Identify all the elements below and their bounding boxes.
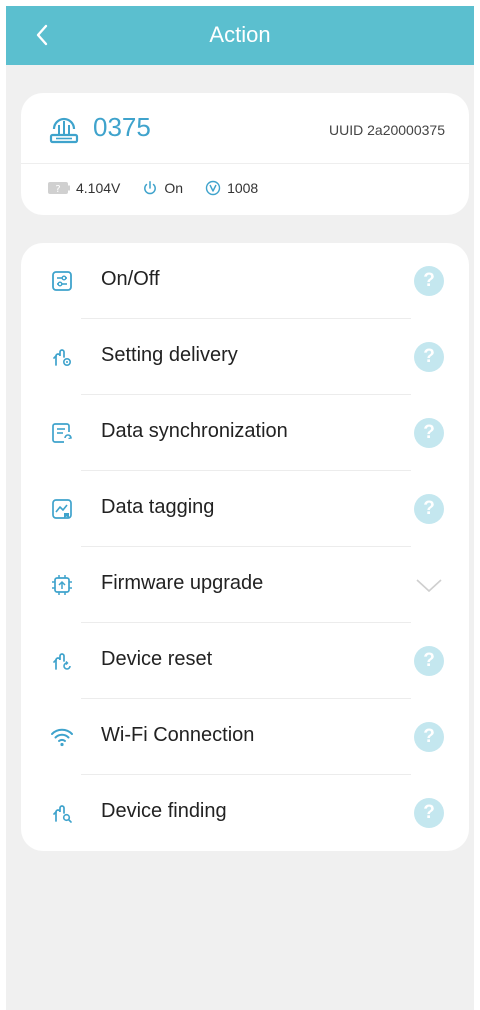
help-icon[interactable]: ?	[414, 418, 444, 448]
power-state: On	[164, 180, 184, 196]
menu-item-label: Firmware upgrade	[101, 572, 264, 594]
menu-item-on-off[interactable]: On/Off ?	[21, 243, 469, 319]
menu-item-device-finding[interactable]: Device finding ?	[21, 775, 469, 851]
hand-search-icon	[53, 805, 72, 823]
header-bar: Action	[6, 6, 474, 65]
card-divider	[21, 163, 469, 164]
menu-item-label: Wi-Fi Connection	[101, 724, 255, 746]
page-title: Action	[209, 22, 271, 47]
firmware-version: 1008	[227, 180, 259, 196]
help-icon[interactable]: ?	[414, 342, 444, 372]
help-icon[interactable]: ?	[414, 266, 444, 296]
menu-item-data-synchronization[interactable]: Data synchronization ?	[21, 395, 469, 471]
menu-item-firmware-upgrade[interactable]: Firmware upgrade	[21, 547, 469, 623]
battery-status: ? 4.104V	[48, 180, 120, 196]
menu-item-label: Device finding	[101, 800, 227, 822]
battery-voltage: 4.104V	[76, 180, 121, 196]
menu-item-wifi-connection[interactable]: Wi-Fi Connection ?	[21, 699, 469, 775]
power-icon	[144, 181, 157, 195]
device-id: 0375	[93, 112, 151, 142]
menu-item-label: On/Off	[101, 268, 160, 290]
device-info-card: 0375 UUID 2a20000375 ? 4.104V On 1008	[21, 93, 469, 215]
document-sync-icon	[52, 423, 72, 443]
help-icon[interactable]: ?	[414, 798, 444, 828]
chip-upgrade-icon	[52, 575, 72, 595]
chart-tag-icon	[52, 499, 72, 519]
menu-item-setting-delivery[interactable]: Setting delivery ?	[21, 319, 469, 395]
device-uuid: UUID 2a20000375	[329, 122, 445, 138]
hand-reset-icon	[53, 653, 71, 670]
menu-item-label: Data tagging	[101, 496, 215, 518]
svg-text:?: ?	[55, 184, 60, 195]
toggle-panel-icon	[52, 271, 72, 291]
version-icon	[205, 180, 221, 196]
router-icon	[49, 117, 79, 144]
menu-item-data-tagging[interactable]: Data tagging ?	[21, 471, 469, 547]
help-icon[interactable]: ?	[414, 494, 444, 524]
version-status: 1008	[205, 180, 258, 196]
help-icon[interactable]: ?	[414, 722, 444, 752]
action-menu: On/Off ? Setting delivery ? Data synchro…	[21, 243, 469, 851]
hand-gear-icon	[53, 349, 72, 367]
menu-item-label: Device reset	[101, 648, 213, 670]
menu-item-label: Data synchronization	[101, 420, 288, 442]
wifi-icon	[51, 728, 73, 747]
menu-item-device-reset[interactable]: Device reset ?	[21, 623, 469, 699]
battery-icon: ?	[48, 182, 70, 195]
power-status: On	[142, 180, 183, 196]
menu-item-label: Setting delivery	[101, 344, 238, 366]
device-status-row: ? 4.104V On 1008	[48, 177, 280, 199]
help-icon[interactable]: ?	[414, 646, 444, 676]
chevron-down-icon[interactable]	[414, 577, 444, 595]
app-screen: Action 0375 UUID 2a20000375 ? 4.104V On …	[6, 6, 474, 1010]
